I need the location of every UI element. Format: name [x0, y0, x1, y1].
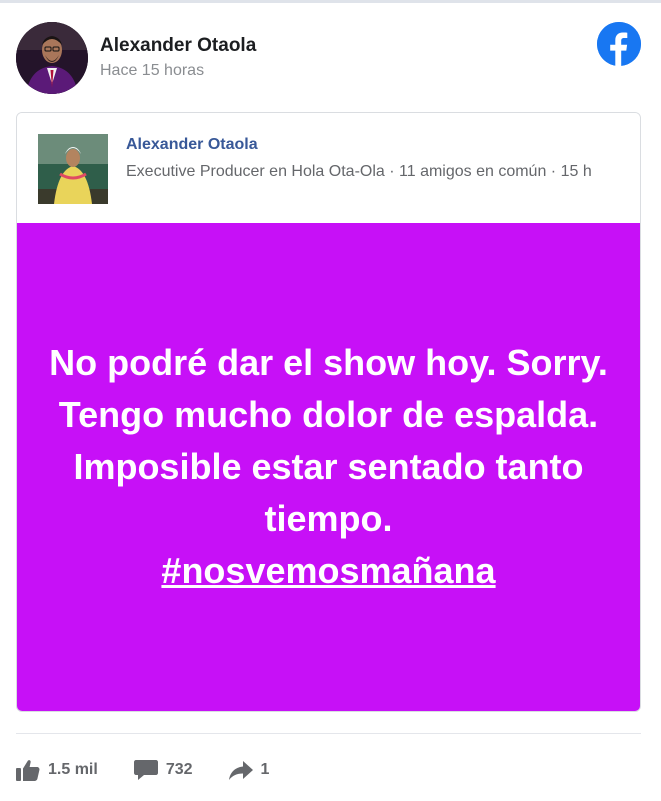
shared-post-header: Alexander Otaola Executive Producer en H… [17, 113, 640, 223]
shared-author-photo[interactable] [38, 134, 108, 204]
hashtag-link[interactable]: #nosvemosmañana [161, 550, 495, 591]
post-timestamp[interactable]: Hace 15 horas [100, 62, 204, 80]
status-text: No podré dar el show hoy. Sorry. Tengo m… [49, 342, 608, 539]
like-icon [16, 760, 40, 781]
share-count: 1 [260, 761, 270, 778]
status-text-block: No podré dar el show hoy. Sorry. Tengo m… [49, 337, 609, 597]
shared-author-name[interactable]: Alexander Otaola [126, 136, 258, 154]
footer-divider [16, 733, 641, 734]
share-stat[interactable]: 1 [228, 759, 270, 781]
like-count: 1.5 mil [48, 761, 98, 778]
facebook-logo-icon[interactable] [597, 22, 641, 66]
comment-icon [133, 760, 158, 780]
post-header: Alexander Otaola Hace 15 horas [16, 22, 646, 96]
shared-author-meta: Executive Producer en Hola Ota-Ola · 11 … [126, 163, 592, 180]
author-name[interactable]: Alexander Otaola [100, 35, 256, 57]
comment-count: 732 [165, 761, 193, 778]
comment-stat[interactable]: 732 [133, 759, 193, 781]
top-border [0, 0, 661, 3]
status-background: No podré dar el show hoy. Sorry. Tengo m… [17, 223, 640, 711]
share-icon [228, 761, 253, 780]
like-stat[interactable]: 1.5 mil [16, 759, 98, 781]
post-stats-bar: 1.5 mil 732 1 [16, 754, 305, 786]
author-avatar[interactable] [16, 22, 88, 94]
shared-post-card[interactable]: Alexander Otaola Executive Producer en H… [16, 112, 641, 712]
